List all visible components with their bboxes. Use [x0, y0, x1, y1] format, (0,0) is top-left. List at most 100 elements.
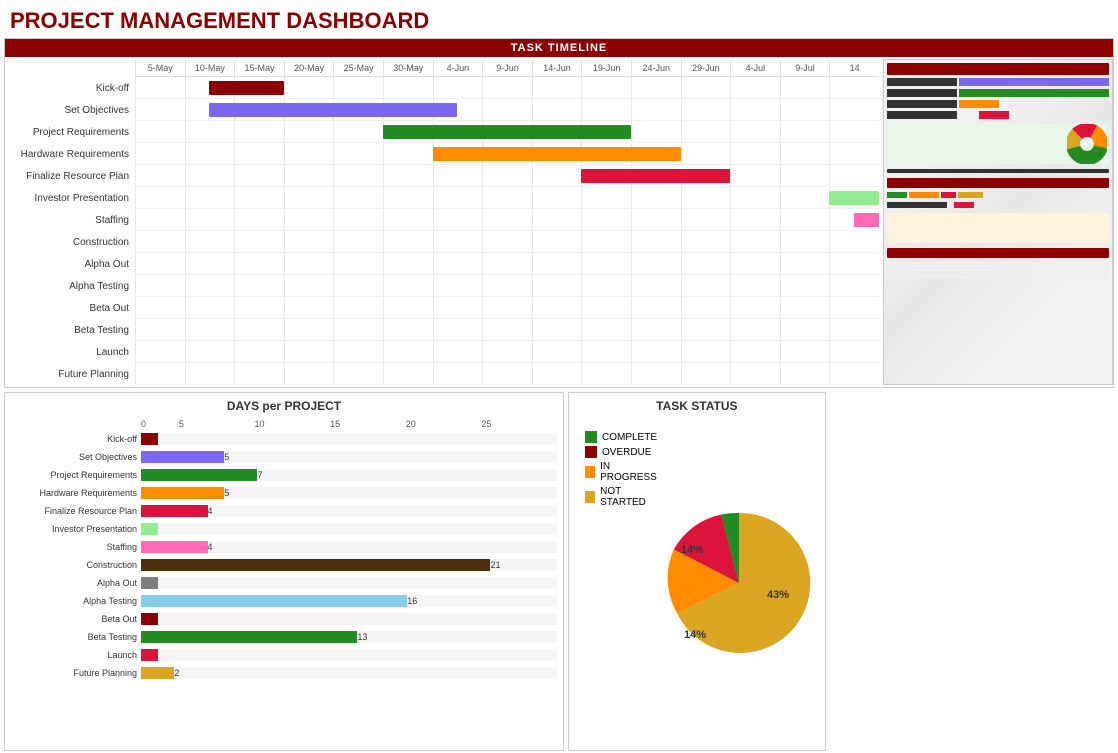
bar-track-11: 13 [141, 631, 557, 643]
legend-label-overdue: OVERDUE [602, 447, 651, 458]
task-label-11: Beta Testing [5, 319, 135, 341]
task-label-2: Project Requirements [5, 121, 135, 143]
bar-label-9: Alpha Testing [11, 596, 141, 606]
gantt-area: 5-May 10-May 15-May 20-May 25-May 30-May… [135, 59, 879, 385]
x-tick-5: 25 [481, 419, 557, 429]
legend-item-overdue: OVERDUE [585, 446, 659, 458]
task-status-title: TASK STATUS [656, 399, 737, 413]
gantt-rows [135, 77, 879, 385]
bar-fill-5 [141, 523, 158, 535]
date-12: 4-Jul [730, 59, 780, 76]
timeline-body: Kick-off Set Objectives Project Requirem… [5, 57, 1113, 387]
bar-label-4: Finalize Resource Plan [11, 506, 141, 516]
bar-track-0 [141, 433, 557, 445]
pie-chart-svg: 43% 14% 14% [659, 503, 819, 663]
bar-chart-area: Kick-off Set Objectives5 Project Requireme… [11, 431, 557, 681]
bar-fill-4 [141, 505, 208, 517]
bar-row-13: Future Planning2 [11, 665, 557, 681]
date-14: 14 [829, 59, 879, 76]
bar-row-0: Kick-off [11, 431, 557, 447]
bar-row-12: Launch [11, 647, 557, 663]
bar-value-6: 4 [208, 541, 213, 553]
bar-fill-10 [141, 613, 158, 625]
bar-track-9: 16 [141, 595, 557, 607]
legend-label-complete: COMPLETE [602, 432, 657, 443]
bar-fill-7 [141, 559, 490, 571]
bar-label-11: Beta Testing [11, 632, 141, 642]
bar-label-3: Hardware Requirements [11, 488, 141, 498]
x-tick-2: 10 [254, 419, 330, 429]
bar-row-10: Beta Out [11, 611, 557, 627]
bar-row-8: Alpha Out [11, 575, 557, 591]
date-11: 29-Jun [681, 59, 731, 76]
bar-value-11: 13 [357, 631, 367, 643]
gantt-row-4 [135, 165, 879, 187]
bar-track-5 [141, 523, 557, 535]
task-label-13: Future Planning [5, 363, 135, 385]
legend-item-notstarted: NOT STARTED [585, 486, 659, 508]
legend-color-notstarted [585, 491, 595, 503]
bar-row-3: Hardware Requirements 5 [11, 485, 557, 501]
legend-item-complete: COMPLETE [585, 431, 659, 443]
bar-value-3: 5 [224, 487, 229, 499]
x-tick-1: 5 [179, 419, 255, 429]
timeline-section: TASK TIMELINE Kick-off Set Objectives Pr… [4, 38, 1114, 388]
bar-row-1: Set Objectives5 [11, 449, 557, 465]
bar-row-2: Project Requirements7 [11, 467, 557, 483]
task-label-0: Kick-off [5, 77, 135, 99]
legend-item-inprogress: IN PROGRESS [585, 461, 659, 483]
bar-track-8 [141, 577, 557, 589]
gantt-row-2 [135, 121, 879, 143]
task-labels: Kick-off Set Objectives Project Requirem… [5, 59, 135, 385]
bar-fill-0 [141, 433, 158, 445]
x-axis-labels: 0 5 10 15 20 25 [141, 419, 557, 429]
gantt-row-5 [135, 187, 879, 209]
bar-label-12: Launch [11, 650, 141, 660]
bar-track-6: 4 [141, 541, 557, 553]
gantt-bar-6 [854, 213, 879, 227]
legend-label-inprogress: IN PROGRESS [600, 461, 659, 483]
bar-value-4: 4 [208, 505, 213, 517]
gantt-row-1 [135, 99, 879, 121]
timeline-header-spacer [5, 59, 135, 77]
task-label-12: Launch [5, 341, 135, 363]
bar-fill-12 [141, 649, 158, 661]
bar-track-3: 5 [141, 487, 557, 499]
bar-fill-2 [141, 469, 257, 481]
bar-row-11: Beta Testing 13 [11, 629, 557, 645]
date-5: 30-May [383, 59, 433, 76]
task-label-1: Set Objectives [5, 99, 135, 121]
bar-fill-1 [141, 451, 224, 463]
bottom-section: DAYS per PROJECT 0 5 10 15 20 25 Kick-of… [4, 392, 1114, 751]
x-tick-0: 0 [141, 419, 179, 429]
timeline-header: TASK TIMELINE [5, 39, 1113, 57]
bar-label-6: Staffing [11, 542, 141, 552]
date-0: 5-May [135, 59, 185, 76]
task-status: TASK STATUS COMPLETE OVERDUE IN PROGRESS [568, 392, 826, 751]
task-label-4: Finalize Resource Plan [5, 165, 135, 187]
gantt-row-13 [135, 363, 879, 385]
pie-label-inprogress: 14% [684, 629, 706, 641]
gantt-bar-1 [209, 103, 457, 117]
date-2: 15-May [234, 59, 284, 76]
task-label-7: Construction [5, 231, 135, 253]
bar-track-13: 2 [141, 667, 557, 679]
bar-fill-8 [141, 577, 158, 589]
bar-fill-13 [141, 667, 174, 679]
gantt-row-3 [135, 143, 879, 165]
gantt-row-7 [135, 231, 879, 253]
bar-label-8: Alpha Out [11, 578, 141, 588]
task-label-8: Alpha Out [5, 253, 135, 275]
task-label-6: Staffing [5, 209, 135, 231]
page-title: PROJECT MANAGEMENT DASHBOARD [0, 0, 1118, 38]
pie-label-notstarted: 43% [767, 589, 789, 601]
bar-value-9: 16 [407, 595, 417, 607]
preview-inner [884, 60, 1112, 384]
x-tick-4: 20 [406, 419, 482, 429]
gantt-row-0 [135, 77, 879, 99]
gantt-dates: 5-May 10-May 15-May 20-May 25-May 30-May… [135, 59, 879, 77]
date-3: 20-May [284, 59, 334, 76]
gantt-bar-4 [581, 169, 730, 183]
bar-track-1: 5 [141, 451, 557, 463]
pie-chart-area: 43% 14% 14% [659, 421, 819, 744]
